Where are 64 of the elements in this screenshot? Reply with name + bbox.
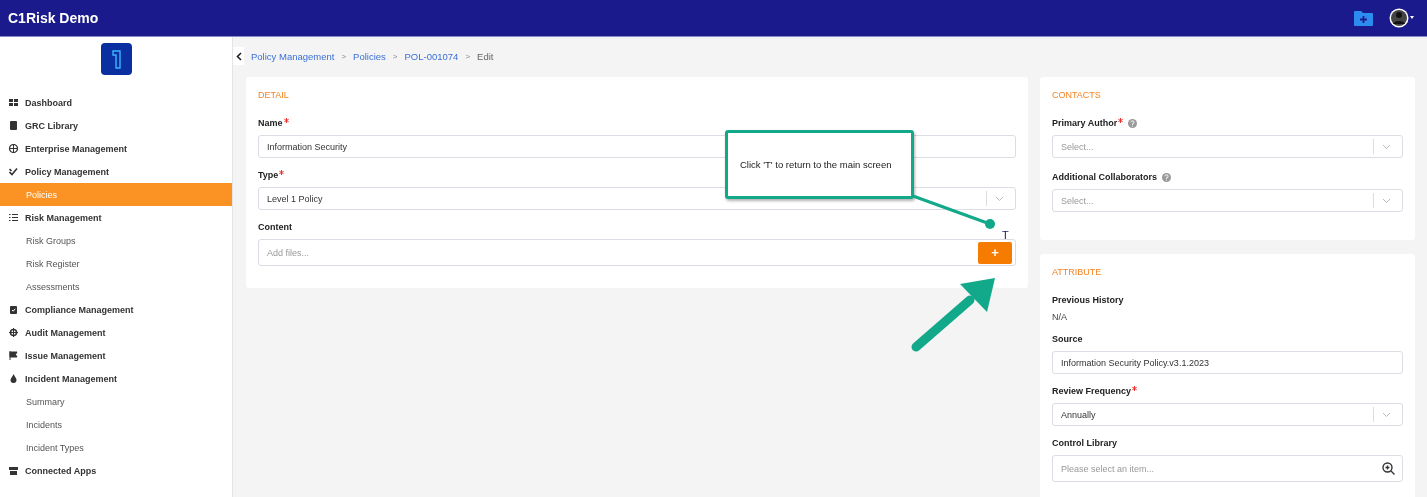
arrow-icon [910, 276, 996, 353]
avatar-icon[interactable] [1389, 8, 1415, 28]
breadcrumb-link[interactable]: Policies [353, 50, 386, 62]
required-icon [1132, 386, 1138, 391]
field-label: Control Library [1052, 438, 1117, 448]
key-hint: T [1002, 229, 1009, 241]
field-label: Previous History [1052, 295, 1124, 305]
list-icon [9, 213, 18, 222]
nav-item[interactable]: Risk Groups [0, 229, 232, 252]
clipboard-icon [9, 305, 18, 314]
required-icon [1118, 118, 1124, 123]
back-button[interactable] [233, 47, 244, 65]
breadcrumb-separator: > [392, 51, 398, 61]
help-icon [1162, 172, 1171, 182]
nav-item[interactable]: Audit Management [0, 321, 232, 344]
nav-item[interactable]: Connected Apps [0, 459, 232, 482]
field-label: Name [258, 118, 283, 128]
flame-icon [9, 374, 18, 383]
required-icon [279, 170, 285, 175]
chevron-left-icon [235, 51, 242, 61]
field-label: Review Frequency [1052, 386, 1132, 396]
folder-plus-icon[interactable] [1354, 10, 1373, 26]
callout-box: Click 'T' to return to the main screen [725, 130, 914, 199]
nav-item[interactable]: Incident Management [0, 367, 232, 390]
nav-item[interactable]: Risk Register [0, 252, 232, 275]
help-icon [1128, 118, 1138, 128]
double-check-icon [9, 167, 18, 176]
section-title: CONTACTS [1052, 90, 1102, 100]
flag-icon [9, 351, 18, 360]
nav-item[interactable]: Summary [0, 390, 232, 413]
breadcrumb-separator: > [465, 51, 471, 61]
field-label: Content [258, 222, 292, 232]
nav-item[interactable]: Risk Management [0, 206, 232, 229]
nav-item[interactable]: Enterprise Management [0, 137, 232, 160]
nav-item[interactable]: GRC Library [0, 114, 232, 137]
store-icon [9, 466, 18, 475]
text-field[interactable]: Information Security Policy.v3.1.2023 [1052, 351, 1403, 374]
select-field[interactable]: Annually [1052, 403, 1403, 426]
nav-item[interactable]: Dashboard [0, 91, 232, 114]
section-title: DETAIL [258, 90, 290, 100]
breadcrumb-separator: > [341, 51, 347, 61]
globe-icon [9, 144, 18, 153]
field-label: Primary Author [1052, 118, 1118, 128]
field-label: Type [258, 170, 279, 180]
breadcrumb-link[interactable]: Policy Management [251, 50, 335, 62]
current-page-text: Edit [477, 50, 494, 62]
book-icon [9, 121, 18, 130]
required-icon [283, 118, 289, 123]
nav-item[interactable]: Incidents [0, 413, 232, 436]
breadcrumb-link[interactable]: POL-001074 [404, 50, 459, 62]
zoom-in-icon [1382, 462, 1395, 475]
logo-icon [100, 43, 132, 75]
crosshair-icon [9, 328, 18, 337]
nav-item[interactable]: Incident Types [0, 436, 232, 459]
nav-item[interactable]: Compliance Management [0, 298, 232, 321]
field-value: N/A [1052, 312, 1068, 322]
nav-item[interactable]: Policy Management [0, 160, 232, 183]
field-label: Additional Collaborators [1052, 172, 1157, 182]
grid-icon [9, 98, 18, 107]
field-label: Source [1052, 334, 1083, 344]
nav-item[interactable]: Issue Management [0, 344, 232, 367]
section-title: ATTRIBUTE [1052, 267, 1103, 277]
nav-item[interactable]: Assessments [0, 275, 232, 298]
app-title: C1Risk Demo [8, 10, 100, 26]
